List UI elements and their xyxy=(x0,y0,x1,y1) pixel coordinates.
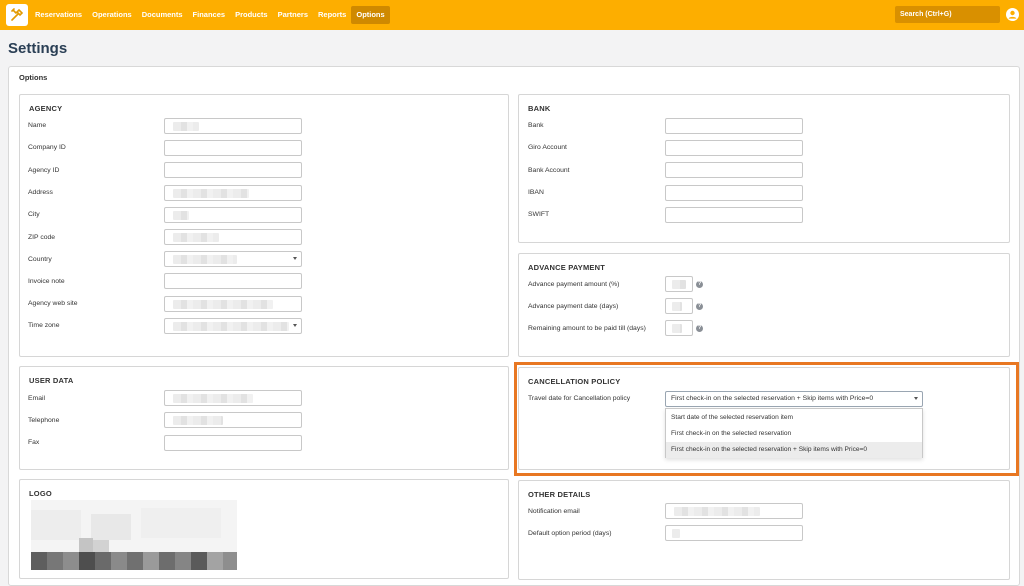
agency-web-site-field[interactable] xyxy=(164,296,302,312)
default-option-period-label: Default option period (days) xyxy=(528,530,612,537)
iban-field[interactable] xyxy=(665,185,803,201)
user-data-title: USER DATA xyxy=(29,376,74,385)
nav-finances[interactable]: Finances xyxy=(188,6,231,24)
remaining-amount-field[interactable] xyxy=(665,320,693,336)
main-menu: Reservations Operations Documents Financ… xyxy=(30,6,390,24)
nav-products[interactable]: Products xyxy=(230,6,273,24)
bank-account-field[interactable] xyxy=(665,162,803,178)
giro-account-field[interactable] xyxy=(665,140,803,156)
agency-web-site-label: Agency web site xyxy=(28,300,78,307)
telephone-field[interactable] xyxy=(164,412,302,428)
email-field[interactable] xyxy=(164,390,302,406)
nav-documents[interactable]: Documents xyxy=(137,6,188,24)
dropdown-option-selected[interactable]: First check-in on the selected reservati… xyxy=(666,442,922,458)
nav-operations[interactable]: Operations xyxy=(87,6,137,24)
page-title: Settings xyxy=(8,40,68,57)
top-navigation-bar: Reservations Operations Documents Financ… xyxy=(0,0,1024,30)
tools-icon[interactable] xyxy=(6,4,28,26)
user-icon[interactable] xyxy=(1006,8,1019,21)
travel-date-dropdown: Start date of the selected reservation i… xyxy=(665,408,923,458)
invoice-note-label: Invoice note xyxy=(28,278,65,285)
chevron-down-icon xyxy=(293,257,297,260)
giro-account-label: Giro Account xyxy=(528,144,567,151)
travel-date-select[interactable]: First check-in on the selected reservati… xyxy=(665,391,923,407)
notification-email-field[interactable] xyxy=(665,503,803,519)
agency-title: AGENCY xyxy=(29,104,63,113)
bank-account-label: Bank Account xyxy=(528,167,570,174)
notification-email-label: Notification email xyxy=(528,508,580,515)
time-zone-select[interactable] xyxy=(164,318,302,334)
zip-code-label: ZIP code xyxy=(28,234,56,241)
city-label: City xyxy=(28,211,40,218)
help-icon[interactable]: ? xyxy=(696,281,703,288)
country-label: Country xyxy=(28,256,52,263)
address-label: Address xyxy=(28,189,53,196)
advance-payment-amount-field[interactable] xyxy=(665,276,693,292)
bank-field[interactable] xyxy=(665,118,803,134)
chevron-down-icon xyxy=(914,397,918,400)
address-field[interactable] xyxy=(164,185,302,201)
other-details-title: OTHER DETAILS xyxy=(528,490,591,499)
travel-date-selected-value: First check-in on the selected reservati… xyxy=(671,395,874,402)
time-zone-label: Time zone xyxy=(28,322,60,329)
telephone-label: Telephone xyxy=(28,417,60,424)
country-select[interactable] xyxy=(164,251,302,267)
default-option-period-field[interactable] xyxy=(665,525,803,541)
nav-partners[interactable]: Partners xyxy=(273,6,313,24)
travel-date-label: Travel date for Cancellation policy xyxy=(528,395,631,402)
logo-title: LOGO xyxy=(29,489,52,498)
agency-id-label: Agency ID xyxy=(28,167,60,174)
advance-payment-date-field[interactable] xyxy=(665,298,693,314)
help-icon[interactable]: ? xyxy=(696,325,703,332)
advance-payment-title: ADVANCE PAYMENT xyxy=(528,263,606,272)
city-field[interactable] xyxy=(164,207,302,223)
bank-title: BANK xyxy=(528,104,551,113)
nav-options[interactable]: Options xyxy=(351,6,390,24)
iban-label: IBAN xyxy=(528,189,544,196)
company-id-field[interactable] xyxy=(164,140,302,156)
chevron-down-icon xyxy=(293,324,297,327)
advance-payment-date-label: Advance payment date (days) xyxy=(528,303,619,310)
swift-field[interactable] xyxy=(665,207,803,223)
email-label: Email xyxy=(28,395,45,402)
company-id-label: Company ID xyxy=(28,144,66,151)
zip-code-field[interactable] xyxy=(164,229,302,245)
help-icon[interactable]: ? xyxy=(696,303,703,310)
remaining-amount-label: Remaining amount to be paid till (days) xyxy=(528,325,646,332)
agency-logo-image[interactable] xyxy=(31,500,237,570)
search-input[interactable]: Search (Ctrl+G) xyxy=(895,6,1000,23)
options-section-title: Options xyxy=(19,73,48,82)
nav-reports[interactable]: Reports xyxy=(313,6,351,24)
name-label: Name xyxy=(28,122,47,129)
swift-label: SWIFT xyxy=(528,211,550,218)
fax-label: Fax xyxy=(28,439,40,446)
name-field[interactable] xyxy=(164,118,302,134)
dropdown-option[interactable]: First check-in on the selected reservati… xyxy=(666,426,922,442)
dropdown-option[interactable]: Start date of the selected reservation i… xyxy=(666,410,922,426)
agency-id-field[interactable] xyxy=(164,162,302,178)
advance-payment-amount-label: Advance payment amount (%) xyxy=(528,281,620,288)
fax-field[interactable] xyxy=(164,435,302,451)
invoice-note-field[interactable] xyxy=(164,273,302,289)
nav-reservations[interactable]: Reservations xyxy=(30,6,87,24)
bank-label: Bank xyxy=(528,122,544,129)
